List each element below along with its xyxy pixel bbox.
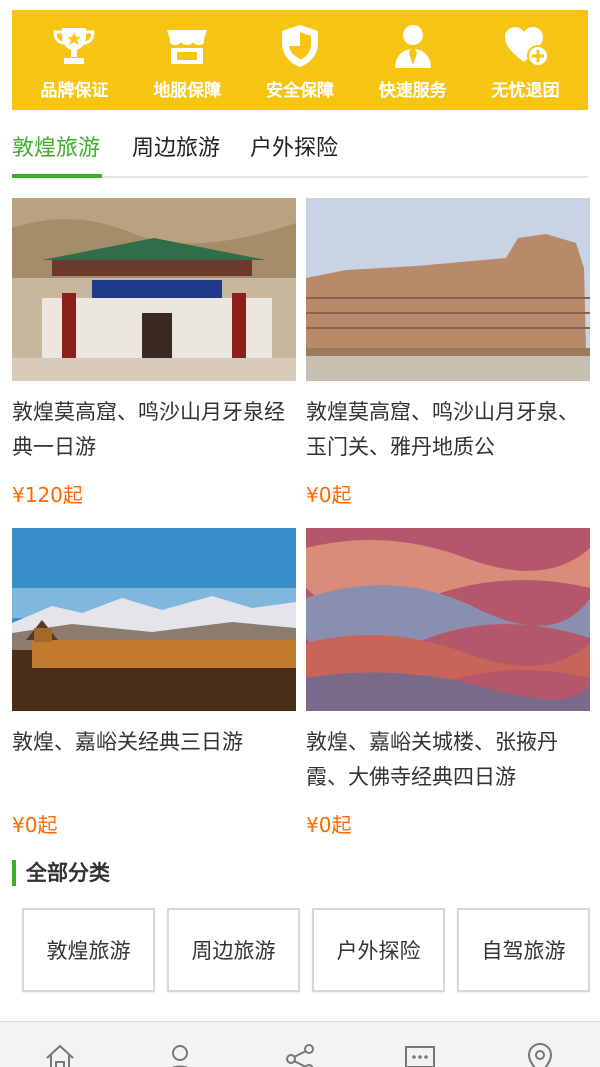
product-title: 敦煌莫高窟、鸣沙山月牙泉、玉门关、雅丹地质公 [306, 400, 579, 459]
user-icon [172, 1045, 188, 1067]
category-button-dunhuang[interactable]: 敦煌旅游 [22, 908, 155, 992]
shield-icon [273, 20, 327, 72]
product-price: ¥120起 [12, 483, 83, 507]
category-button-selfdrive[interactable]: 自驾旅游 [457, 908, 590, 992]
product-image-danxia[interactable] [306, 528, 590, 711]
bottom-nav [0, 1021, 600, 1067]
category-grid: 敦煌旅游 周边旅游 户外探险 自驾旅游 [22, 908, 590, 992]
product-title: 敦煌莫高窟、鸣沙山月牙泉经典一日游 [12, 400, 285, 459]
heart-plus-icon [499, 20, 553, 72]
product-image-yardang[interactable] [306, 198, 590, 381]
home-icon [46, 1044, 74, 1067]
person-icon [386, 20, 440, 72]
message-icon [405, 1046, 435, 1067]
product-image-mogao-gate[interactable] [12, 198, 296, 381]
tab-outdoor[interactable]: 户外探险 [250, 122, 338, 178]
guarantee-label: 无忧退团 [491, 80, 560, 101]
product-card[interactable]: 敦煌莫高窟、鸣沙山月牙泉、玉门关、雅丹地质公 ¥0起 [306, 198, 590, 508]
section-title: 全部分类 [12, 860, 110, 886]
nav-message[interactable] [390, 1022, 450, 1067]
guarantee-label: 快速服务 [378, 80, 447, 101]
guarantee-fast-service[interactable]: 快速服务 [359, 20, 467, 101]
guarantee-label: 地服保障 [153, 80, 222, 101]
tab-nearby[interactable]: 周边旅游 [132, 122, 220, 178]
nav-share[interactable] [270, 1022, 330, 1067]
trophy-icon [47, 20, 101, 72]
guarantee-ground-service[interactable]: 地服保障 [133, 20, 241, 101]
category-tabs: 敦煌旅游 周边旅游 户外探险 [12, 122, 588, 178]
tab-dunhuang[interactable]: 敦煌旅游 [12, 122, 103, 178]
product-price: ¥0起 [306, 813, 352, 837]
nav-home[interactable] [30, 1022, 90, 1067]
product-price: ¥0起 [306, 483, 352, 507]
guarantee-safety[interactable]: 安全保障 [246, 20, 354, 101]
product-price: ¥0起 [12, 813, 58, 837]
guarantee-banner: 品牌保证 地服保障 安全保障 快速服务 无忧退团 [12, 10, 588, 110]
product-card[interactable]: 敦煌莫高窟、鸣沙山月牙泉经典一日游 ¥120起 [12, 198, 296, 508]
share-icon [286, 1044, 314, 1067]
nav-user[interactable] [150, 1022, 210, 1067]
product-card[interactable]: 敦煌、嘉峪关经典三日游 ¥0起 [12, 528, 296, 838]
guarantee-refund[interactable]: 无忧退团 [472, 20, 580, 101]
product-image-jiayuguan[interactable] [12, 528, 296, 711]
product-title: 敦煌、嘉峪关经典三日游 [12, 730, 243, 754]
product-card[interactable]: 敦煌、嘉峪关城楼、张掖丹霞、大佛寺经典四日游 ¥0起 [306, 528, 590, 838]
category-button-outdoor[interactable]: 户外探险 [312, 908, 445, 992]
guarantee-label: 安全保障 [265, 80, 334, 101]
category-button-nearby[interactable]: 周边旅游 [167, 908, 300, 992]
location-icon [527, 1043, 553, 1067]
shop-icon [160, 20, 214, 72]
nav-location[interactable] [510, 1022, 570, 1067]
guarantee-label: 品牌保证 [40, 80, 109, 101]
guarantee-brand[interactable]: 品牌保证 [20, 20, 128, 101]
product-title: 敦煌、嘉峪关城楼、张掖丹霞、大佛寺经典四日游 [306, 730, 558, 789]
